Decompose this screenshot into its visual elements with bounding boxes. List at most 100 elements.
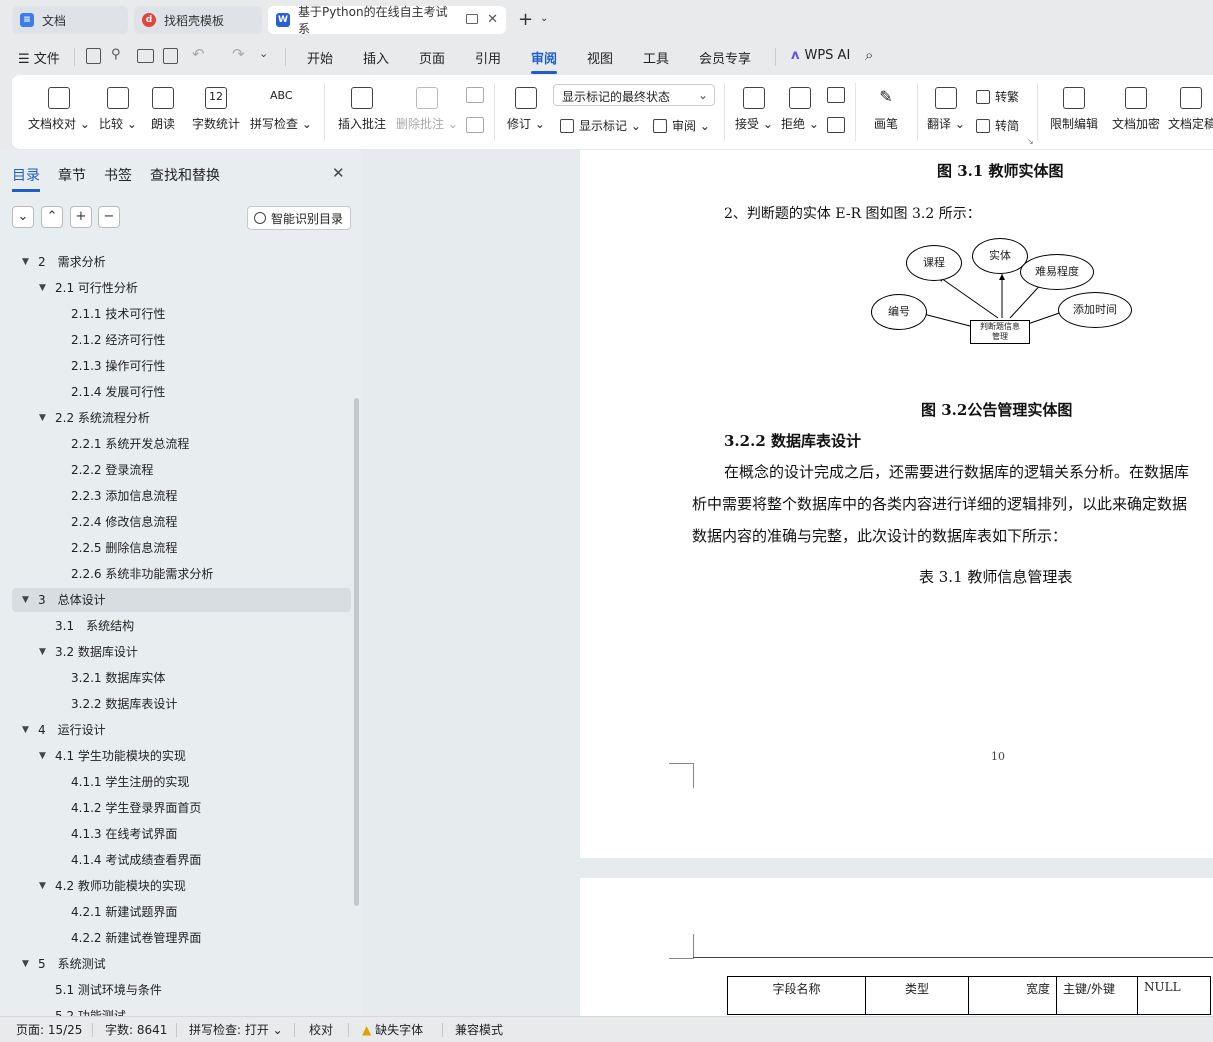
menu-insert[interactable]: 插入 [363,48,389,67]
show-markup-button[interactable]: 显示标记 ⌄ [560,117,641,134]
page-indicator[interactable]: 页面: 15/25 [16,1021,82,1038]
chevron-down-icon[interactable]: ⌄ [540,13,548,24]
figure-caption: 图 3.2公告管理实体图 [921,401,1073,419]
divider [92,1023,93,1037]
toc-item[interactable]: 2.2.5 删除信息流程 [71,536,177,560]
previous-comment-icon[interactable] [466,87,484,103]
insert-comment-button[interactable]: 插入批注 [334,87,390,132]
menu-tools[interactable]: 工具 [643,48,669,67]
toc-item[interactable]: 2.2.2 登录流程 [71,458,153,482]
doc-encrypt-button[interactable]: 文档加密 [1108,87,1164,132]
menu-reference[interactable]: 引用 [475,48,501,67]
previous-change-icon[interactable] [827,87,845,103]
toc-item[interactable]: 2.1.4 发展可行性 [71,380,165,404]
compat-mode-status[interactable]: 兼容模式 [455,1021,503,1038]
doc-check-button[interactable]: 文档校对 ⌄ [28,87,90,132]
monitor-icon[interactable] [466,14,478,24]
dialog-launcher-icon[interactable]: ↘ [1027,137,1034,146]
markup-state-select[interactable]: 显示标记的最终状态 ⌄ [553,84,715,106]
toc-item[interactable]: 2.1.2 经济可行性 [71,328,165,352]
toc-item[interactable]: 4.1.3 在线考试界面 [71,822,177,846]
toc-item[interactable]: 2.2.3 添加信息流程 [71,484,177,508]
save-icon[interactable] [86,48,101,64]
restrict-edit-button[interactable]: 限制编辑 [1046,87,1102,132]
toc-item[interactable]: ▼ 4 运行设计 [22,718,106,742]
toc-item[interactable]: ▼ 5 系统测试 [22,952,106,976]
toc-item[interactable]: 4.1.2 学生登录界面首页 [71,796,201,820]
expand-arrow-icon[interactable]: ▼ [22,718,29,742]
toc-item[interactable]: 2.2.6 系统非功能需求分析 [71,562,213,586]
toc-item[interactable]: ▼ 4.2 教师功能模块的实现 [39,874,186,898]
expand-arrow-icon[interactable]: ▼ [22,250,29,274]
menu-view[interactable]: 视图 [587,48,613,67]
word-count[interactable]: 字数: 8641 [105,1021,167,1038]
search-icon[interactable]: ⌕ [865,46,873,64]
toc-item[interactable]: ▼ 2.2 系统流程分析 [39,406,150,430]
toc-item[interactable]: 4.2.2 新建试卷管理界面 [71,926,201,950]
expand-arrow-icon[interactable]: ▼ [39,406,46,430]
expand-arrow-icon[interactable]: ▼ [39,874,46,898]
toc-item[interactable]: ▼ 3 总体设计 [12,588,351,612]
expand-arrow-icon[interactable]: ▼ [22,588,29,612]
reject-button[interactable]: 拒绝 ⌄ [780,87,820,132]
new-tab-button[interactable]: + [518,9,533,30]
toc-item[interactable]: ▼ 2.1 可行性分析 [39,276,138,300]
toc-item[interactable]: 2.1.3 操作可行性 [71,354,165,378]
toc-item[interactable]: 4.2.1 新建试题界面 [71,900,177,924]
expand-arrow-icon[interactable]: ▼ [22,952,29,976]
toc-item[interactable]: 2.2.1 系统开发总流程 [71,432,189,456]
share-icon[interactable]: ⚲ [111,47,121,62]
tab-current-document[interactable]: W 基于Python的在线自主考试系 ✕ [268,5,506,36]
quick-access-chevron-icon[interactable]: ⌄ [259,47,268,60]
expand-arrow-icon[interactable]: ▼ [39,744,46,768]
file-menu[interactable]: ☰ 文件 [18,48,60,67]
menu-review[interactable]: 审阅 [531,48,558,74]
toc-item[interactable]: 3.2.1 数据库实体 [71,666,165,690]
toc-item[interactable]: 4.1.4 考试成绩查看界面 [71,848,201,872]
to-simplified-button[interactable]: 转简 [976,117,1019,134]
doc-final-button[interactable]: 文档定稿 [1168,87,1213,132]
spell-check-status[interactable]: 拼写检查: 打开 ⌄ [189,1021,283,1038]
next-comment-icon[interactable] [466,117,484,133]
expand-arrow-icon[interactable]: ▼ [39,640,46,664]
toc-item[interactable]: ▼ 3.2 数据库设计 [39,640,138,664]
proofread-status[interactable]: 校对 [309,1021,333,1038]
toc-item[interactable]: ▼ 4.1 学生功能模块的实现 [39,744,186,768]
redo-icon[interactable]: ↷ [232,45,245,63]
translate-icon [935,87,957,109]
read-aloud-button[interactable]: 朗读 [148,87,178,132]
toc-item[interactable]: 3.2.2 数据库表设计 [71,692,177,716]
toc-item[interactable]: 4.1.1 学生注册的实现 [71,770,189,794]
review-pane-button[interactable]: 审阅 ⌄ [653,117,710,134]
panel-scrollbar[interactable] [354,398,359,906]
revise-button[interactable]: 修订 ⌄ [504,87,548,132]
print-icon[interactable] [137,49,154,63]
document-page: 字段名称 类型 宽度 主键/外键 NULL [580,878,1213,1016]
print-preview-icon[interactable] [163,48,178,64]
pen-button[interactable]: ✎ 画笔 [868,87,904,132]
close-icon[interactable]: ✕ [487,12,498,27]
menu-page[interactable]: 页面 [419,48,445,67]
missing-font-status[interactable]: ▲ 缺失字体 [362,1021,423,1038]
menu-start[interactable]: 开始 [307,48,333,67]
tab-docs[interactable]: ≡ 文档 [12,6,128,34]
toc-item[interactable]: 5.2 功能测试 [55,1004,126,1016]
wps-ai-button[interactable]: ʌ WPS AI [791,48,850,63]
compare-button[interactable]: 比较 ⌄ [96,87,140,132]
toc-item[interactable]: 3.1 系统结构 [55,614,134,638]
to-traditional-button[interactable]: 转繁 [976,88,1019,105]
expand-arrow-icon[interactable]: ▼ [39,276,46,300]
delete-comment-button[interactable]: 删除批注 ⌄ [396,87,458,132]
toc-item[interactable]: 2.1.1 技术可行性 [71,302,165,326]
word-count-button[interactable]: 12 字数统计 [188,87,244,132]
next-change-icon[interactable] [827,117,845,133]
toc-item[interactable]: 5.1 测试环境与条件 [55,978,162,1002]
menu-member[interactable]: 会员专享 [699,48,751,67]
translate-button[interactable]: 翻译 ⌄ [926,87,966,132]
undo-icon[interactable]: ↶ [192,45,205,63]
accept-button[interactable]: 接受 ⌄ [734,87,774,132]
toc-item[interactable]: 2.2.4 修改信息流程 [71,510,177,534]
spell-check-button[interactable]: ABC 拼写检查 ⌄ [250,87,312,132]
toc-item[interactable]: ▼ 2 需求分析 [22,250,106,274]
tab-docer-templates[interactable]: d 找稻壳模板 [134,6,262,34]
